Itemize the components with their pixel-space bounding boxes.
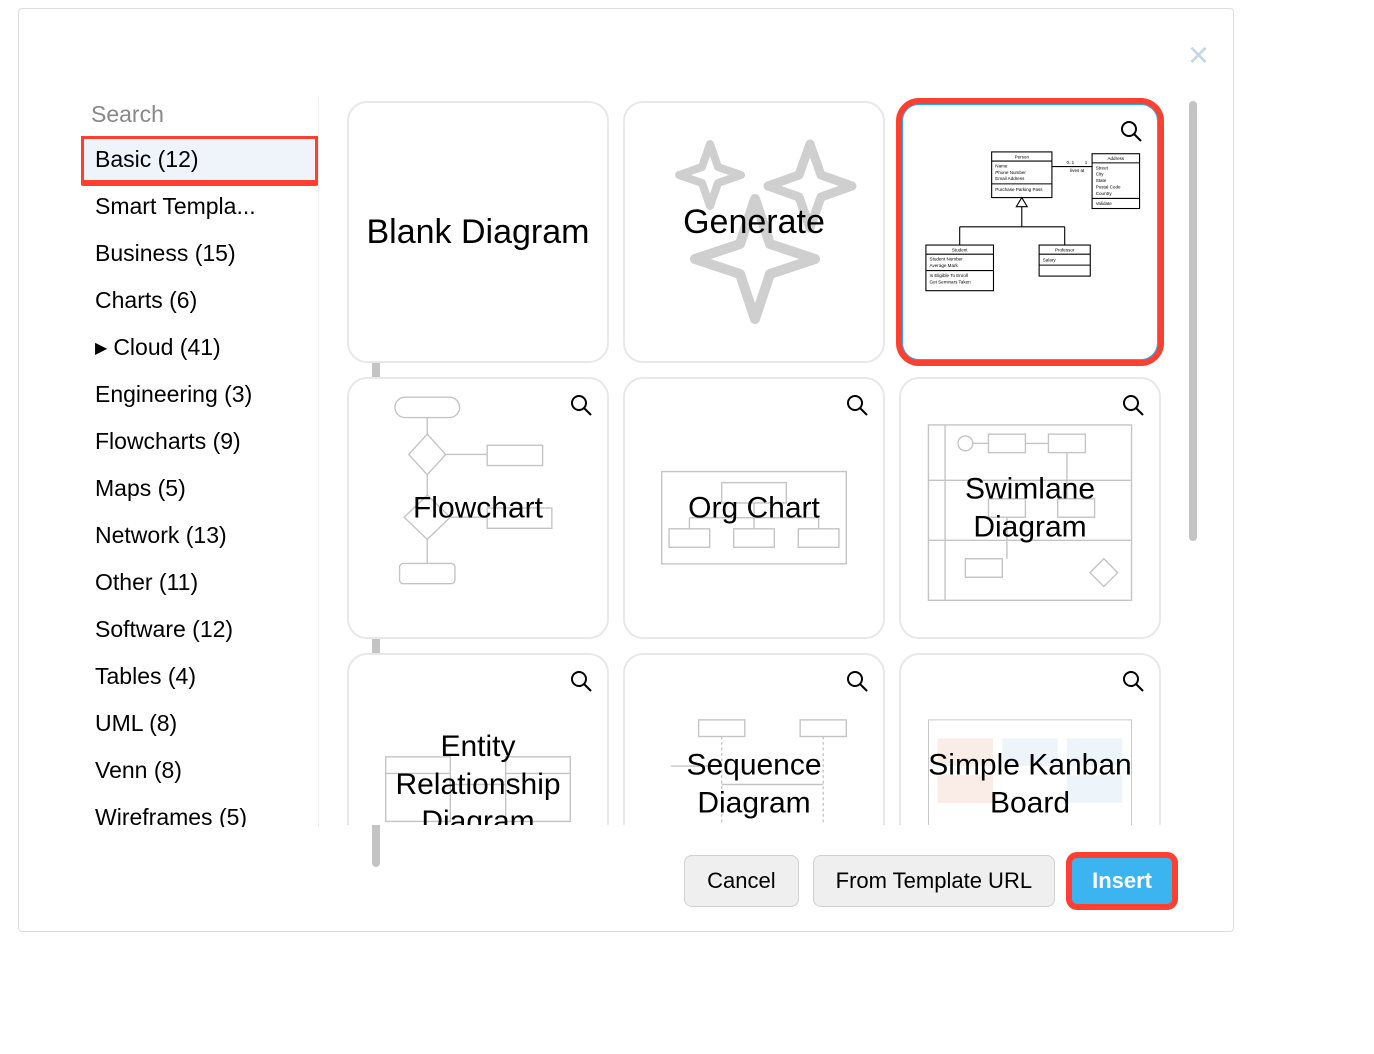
tile-sequence[interactable]: Sequence Diagram — [623, 653, 885, 825]
category-tables[interactable]: Tables (4) — [81, 653, 318, 700]
category-label: Other (11) — [95, 569, 198, 596]
class-diagram-preview: Person Name Phone Number Email Address P… — [911, 130, 1149, 340]
flowchart-preview — [358, 388, 598, 628]
category-list: Basic (12) Smart Templa... Business (15)… — [81, 136, 318, 827]
kanban-preview — [910, 692, 1150, 826]
category-label: Network (13) — [95, 522, 227, 549]
category-basic[interactable]: Basic (12) — [81, 136, 318, 183]
tile-erd[interactable]: Entity Relationship Diagram — [347, 653, 609, 825]
category-business[interactable]: Business (15) — [81, 230, 318, 277]
template-picker-dialog: × Basic (12) Smart Templa... Business (1 — [18, 8, 1234, 932]
svg-text:Street: Street — [1096, 165, 1109, 170]
svg-text:Student Number: Student Number — [930, 257, 964, 262]
svg-text:Postal Code: Postal Code — [1096, 184, 1121, 189]
search-row — [81, 97, 318, 136]
from-template-url-button[interactable]: From Template URL — [813, 855, 1055, 907]
svg-text:Purchase Parking Pass: Purchase Parking Pass — [995, 187, 1043, 192]
svg-text:lives at: lives at — [1070, 168, 1085, 173]
zoom-icon[interactable] — [569, 669, 593, 693]
category-label: Cloud (41) — [113, 334, 220, 361]
category-label: Engineering (3) — [95, 381, 252, 408]
category-smart-templates[interactable]: Smart Templa... — [81, 183, 318, 230]
category-label: Flowcharts (9) — [95, 428, 241, 455]
category-label: UML (8) — [95, 710, 177, 737]
svg-text:Salary: Salary — [1043, 257, 1057, 262]
svg-text:Validate: Validate — [1096, 201, 1113, 206]
zoom-icon[interactable] — [1121, 669, 1145, 693]
category-label: Venn (8) — [95, 757, 182, 784]
tile-swimlane[interactable]: Swimlane Diagram — [899, 377, 1161, 639]
erd-preview — [358, 692, 598, 826]
close-icon[interactable]: × — [1188, 37, 1209, 73]
tile-flowchart[interactable]: Flowchart — [347, 377, 609, 639]
svg-text:1: 1 — [1085, 160, 1088, 165]
category-flowcharts[interactable]: Flowcharts (9) — [81, 418, 318, 465]
tile-label: Blank Diagram — [362, 211, 594, 254]
insert-button[interactable]: Insert — [1069, 855, 1175, 907]
svg-text:Get Seminars Taken: Get Seminars Taken — [930, 279, 972, 284]
main-scrollbar[interactable] — [1189, 101, 1197, 541]
swimlane-preview — [910, 388, 1150, 628]
template-grid: Blank Diagram Generate — [339, 97, 1175, 825]
tile-org-chart[interactable]: Org Chart — [623, 377, 885, 639]
category-label: Smart Templa... — [95, 193, 256, 220]
svg-text:City: City — [1096, 172, 1105, 177]
svg-text:State: State — [1096, 178, 1107, 183]
zoom-icon[interactable] — [1119, 119, 1143, 143]
dialog-footer: Cancel From Template URL Insert — [684, 855, 1175, 907]
cancel-button[interactable]: Cancel — [684, 855, 798, 907]
category-software[interactable]: Software (12) — [81, 606, 318, 653]
template-grid-area: Blank Diagram Generate — [339, 97, 1175, 827]
svg-text:Person: Person — [1015, 154, 1030, 159]
category-cloud[interactable]: ▶ Cloud (41) — [81, 324, 318, 371]
svg-text:Country: Country — [1096, 191, 1113, 196]
sidebar: Basic (12) Smart Templa... Business (15)… — [81, 97, 319, 827]
svg-text:Address: Address — [1107, 156, 1124, 161]
category-venn[interactable]: Venn (8) — [81, 747, 318, 794]
svg-text:Is Eligible To Enroll: Is Eligible To Enroll — [930, 273, 968, 278]
svg-text:Professor: Professor — [1055, 247, 1075, 252]
tile-kanban[interactable]: Simple Kanban Board — [899, 653, 1161, 825]
svg-text:Phone Number: Phone Number — [995, 170, 1026, 175]
category-label: Maps (5) — [95, 475, 186, 502]
sequence-preview — [634, 692, 874, 826]
sparkle-icon — [635, 109, 875, 349]
category-uml[interactable]: UML (8) — [81, 700, 318, 747]
category-label: Tables (4) — [95, 663, 196, 690]
orgchart-preview — [634, 416, 874, 601]
tile-class-diagram[interactable]: Person Name Phone Number Email Address P… — [899, 101, 1161, 363]
zoom-icon[interactable] — [845, 669, 869, 693]
svg-text:Student: Student — [952, 247, 968, 252]
content-row: Basic (12) Smart Templa... Business (15)… — [81, 97, 1175, 827]
expand-triangle-icon: ▶ — [95, 338, 107, 358]
category-label: Basic (12) — [95, 146, 199, 173]
category-wireframes[interactable]: Wireframes (5) — [81, 794, 318, 827]
search-input[interactable] — [91, 101, 319, 128]
category-label: Charts (6) — [95, 287, 197, 314]
category-network[interactable]: Network (13) — [81, 512, 318, 559]
svg-text:Average Mark: Average Mark — [930, 263, 959, 268]
category-engineering[interactable]: Engineering (3) — [81, 371, 318, 418]
svg-text:Name: Name — [995, 163, 1008, 168]
category-label: Software (12) — [95, 616, 233, 643]
svg-text:Email Address: Email Address — [995, 176, 1025, 181]
category-other[interactable]: Other (11) — [81, 559, 318, 606]
tile-generate[interactable]: Generate — [623, 101, 885, 363]
category-label: Wireframes (5) — [95, 804, 247, 827]
category-maps[interactable]: Maps (5) — [81, 465, 318, 512]
zoom-icon[interactable] — [845, 393, 869, 417]
svg-text:0..1: 0..1 — [1067, 160, 1075, 165]
tile-blank-diagram[interactable]: Blank Diagram — [347, 101, 609, 363]
category-charts[interactable]: Charts (6) — [81, 277, 318, 324]
category-label: Business (15) — [95, 240, 236, 267]
